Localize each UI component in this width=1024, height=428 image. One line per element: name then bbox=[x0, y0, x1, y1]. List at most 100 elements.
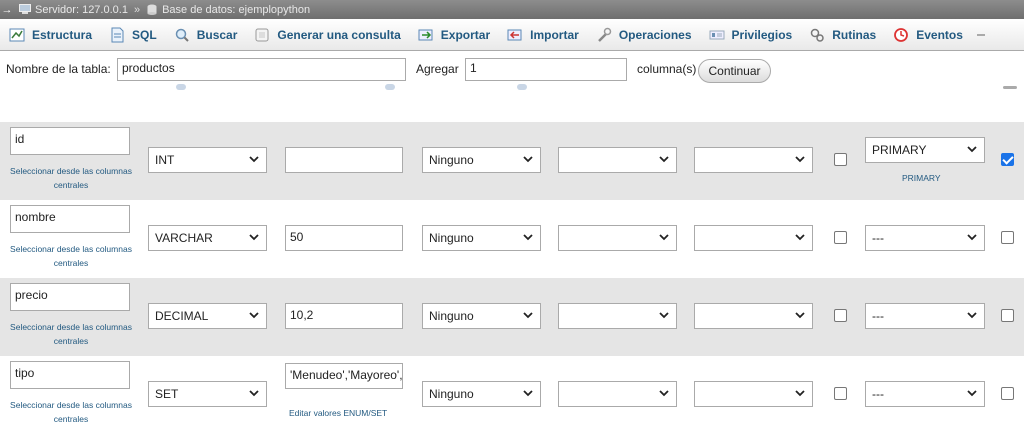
columns-label: columna(s) bbox=[637, 62, 697, 76]
tab-importar[interactable]: Importar bbox=[498, 19, 587, 50]
null-checkbox[interactable] bbox=[834, 309, 847, 322]
index-select[interactable]: --- bbox=[865, 381, 985, 407]
more-icon bbox=[975, 27, 991, 43]
collation-select[interactable] bbox=[558, 381, 677, 407]
attributes-select[interactable] bbox=[694, 303, 813, 329]
table-name-row: Nombre de la tabla: productos Agregar 1 … bbox=[0, 54, 1024, 83]
collation-select[interactable] bbox=[558, 147, 677, 173]
column-name-input[interactable]: id bbox=[10, 127, 130, 155]
table-name-input[interactable]: productos bbox=[117, 58, 406, 81]
chevron-down-icon bbox=[658, 309, 670, 321]
central-columns-link[interactable]: Seleccionar desde las columnas centrales bbox=[10, 320, 132, 348]
default-select[interactable]: Ninguno bbox=[422, 225, 541, 251]
export-icon bbox=[418, 27, 434, 43]
chevron-down-icon bbox=[658, 153, 670, 165]
table-row: tipo Seleccionar desde las columnas cent… bbox=[0, 356, 1024, 428]
table-name-label: Nombre de la tabla: bbox=[6, 62, 111, 76]
add-columns-input[interactable]: 1 bbox=[465, 58, 627, 81]
auto-increment-checkbox[interactable] bbox=[1001, 387, 1014, 400]
auto-increment-checkbox[interactable] bbox=[1001, 231, 1014, 244]
type-select[interactable]: DECIMAL bbox=[148, 303, 267, 329]
central-columns-link[interactable]: Seleccionar desde las columnas centrales bbox=[10, 398, 132, 426]
tab-eventos[interactable]: Eventos bbox=[884, 19, 971, 50]
attributes-select[interactable] bbox=[694, 381, 813, 407]
tab-rutinas[interactable]: Rutinas bbox=[800, 19, 884, 50]
default-select[interactable]: Ninguno bbox=[422, 381, 541, 407]
length-input[interactable]: 50 bbox=[285, 225, 403, 251]
central-columns-link[interactable]: Seleccionar desde las columnas centrales bbox=[10, 242, 132, 270]
column-name-input[interactable]: precio bbox=[10, 283, 130, 311]
chevron-down-icon bbox=[522, 231, 534, 243]
auto-increment-checkbox[interactable] bbox=[1001, 309, 1014, 322]
length-input[interactable]: 'Menudeo','Mayoreo', bbox=[285, 363, 403, 389]
type-select[interactable]: SET bbox=[148, 381, 267, 407]
chevron-down-icon bbox=[966, 143, 978, 155]
central-columns-link[interactable]: Seleccionar desde las columnas centrales bbox=[10, 164, 132, 192]
index-select[interactable]: PRIMARY bbox=[865, 137, 985, 163]
server-icon bbox=[19, 4, 31, 15]
chevron-down-icon bbox=[248, 387, 260, 399]
chevron-down-icon bbox=[248, 231, 260, 243]
index-note: PRIMARY bbox=[902, 173, 941, 183]
breadcrumb: → Servidor: 127.0.0.1 » Base de datos: e… bbox=[0, 0, 1024, 19]
chevron-down-icon bbox=[794, 387, 806, 399]
wrench-icon bbox=[596, 27, 612, 43]
tab-privilegios[interactable]: Privilegios bbox=[700, 19, 801, 50]
chevron-down-icon bbox=[794, 153, 806, 165]
attributes-select[interactable] bbox=[694, 147, 813, 173]
default-select[interactable]: Ninguno bbox=[422, 303, 541, 329]
index-select[interactable]: --- bbox=[865, 225, 985, 251]
tab-generar-consulta[interactable]: Generar una consulta bbox=[245, 19, 408, 50]
type-select[interactable]: INT bbox=[148, 147, 267, 173]
tab-estructura[interactable]: Estructura bbox=[0, 19, 100, 50]
tab-exportar[interactable]: Exportar bbox=[409, 19, 498, 50]
length-input[interactable]: 10,2 bbox=[285, 303, 403, 329]
length-input[interactable] bbox=[285, 147, 403, 173]
auto-increment-checkbox[interactable] bbox=[1001, 153, 1014, 166]
chevron-down-icon bbox=[522, 153, 534, 165]
chevron-down-icon bbox=[248, 309, 260, 321]
type-select[interactable]: VARCHAR bbox=[148, 225, 267, 251]
table-row: nombre Seleccionar desde las columnas ce… bbox=[0, 200, 1024, 278]
add-label: Agregar bbox=[416, 62, 459, 76]
table-row: precio Seleccionar desde las columnas ce… bbox=[0, 278, 1024, 356]
chevron-down-icon bbox=[522, 309, 534, 321]
column-name-input[interactable]: tipo bbox=[10, 361, 130, 389]
null-checkbox[interactable] bbox=[834, 231, 847, 244]
chevron-down-icon bbox=[966, 231, 978, 243]
chevron-down-icon bbox=[794, 231, 806, 243]
chevron-down-icon bbox=[248, 153, 260, 165]
edit-enum-link[interactable]: Editar valores ENUM/SET bbox=[289, 408, 387, 418]
chevron-down-icon bbox=[966, 309, 978, 321]
import-icon bbox=[507, 27, 523, 43]
table-row: id Seleccionar desde las columnas centra… bbox=[0, 122, 1024, 200]
chevron-down-icon bbox=[966, 387, 978, 399]
null-checkbox[interactable] bbox=[834, 153, 847, 166]
breadcrumb-separator: » bbox=[133, 3, 141, 16]
null-checkbox[interactable] bbox=[834, 387, 847, 400]
routines-icon bbox=[809, 27, 825, 43]
tab-more[interactable] bbox=[971, 19, 1002, 50]
chevron-down-icon bbox=[794, 309, 806, 321]
default-select[interactable]: Ninguno bbox=[422, 147, 541, 173]
breadcrumb-database-link[interactable]: Base de datos: ejemplopython bbox=[162, 4, 310, 16]
column-header-remnant bbox=[0, 82, 1024, 96]
attributes-select[interactable] bbox=[694, 225, 813, 251]
index-select[interactable]: --- bbox=[865, 303, 985, 329]
privileges-icon bbox=[709, 27, 725, 43]
breadcrumb-server-link[interactable]: Servidor: 127.0.0.1 bbox=[35, 4, 128, 16]
tab-buscar[interactable]: Buscar bbox=[165, 19, 246, 50]
search-icon bbox=[174, 27, 190, 43]
clock-icon bbox=[893, 27, 909, 43]
tab-sql[interactable]: SQL bbox=[100, 19, 165, 50]
collation-select[interactable] bbox=[558, 303, 677, 329]
tab-operaciones[interactable]: Operaciones bbox=[587, 19, 700, 50]
structure-icon bbox=[9, 27, 25, 43]
query-icon bbox=[254, 27, 270, 43]
continue-button[interactable]: Continuar bbox=[698, 59, 771, 83]
arrow-right-icon: → bbox=[1, 3, 13, 16]
column-name-input[interactable]: nombre bbox=[10, 205, 130, 233]
main-tabs: Estructura SQL Buscar Generar una consul… bbox=[0, 19, 1024, 51]
database-icon bbox=[146, 4, 158, 15]
collation-select[interactable] bbox=[558, 225, 677, 251]
